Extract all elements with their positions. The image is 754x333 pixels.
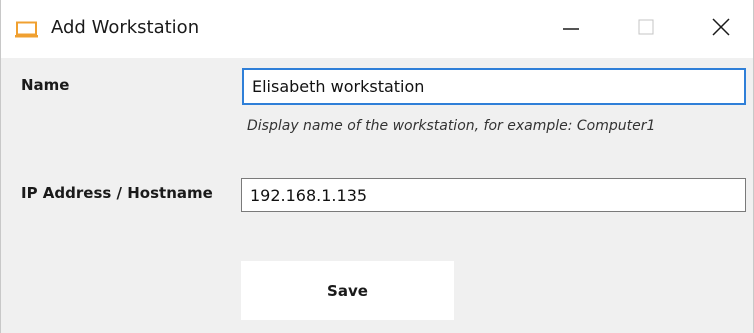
ip-address-label: IP Address / Hostname [21, 184, 213, 202]
close-button[interactable] [681, 0, 754, 58]
add-workstation-dialog: Add Workstation Name Display name of the… [0, 0, 754, 333]
title-bar[interactable]: Add Workstation [1, 0, 753, 58]
name-hint: Display name of the workstation, for exa… [247, 118, 656, 134]
maximize-button[interactable] [606, 0, 686, 58]
maximize-icon [636, 17, 656, 41]
minimize-button[interactable] [531, 0, 611, 58]
close-icon [711, 17, 731, 41]
window-title: Add Workstation [51, 17, 200, 38]
laptop-icon [14, 21, 40, 39]
ip-address-input[interactable] [241, 178, 746, 212]
minimize-icon [561, 17, 581, 41]
save-button[interactable]: Save [241, 261, 454, 320]
name-label: Name [21, 76, 70, 94]
name-input[interactable] [242, 68, 746, 105]
